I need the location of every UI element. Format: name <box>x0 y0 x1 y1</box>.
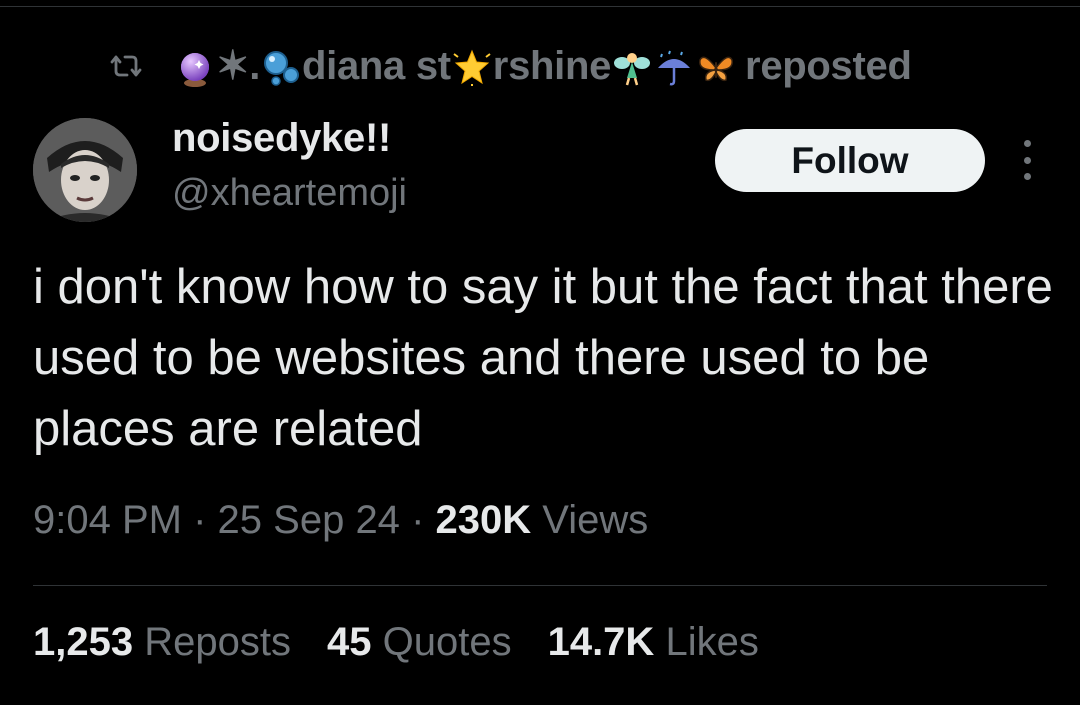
views-label[interactable]: Views <box>542 498 648 542</box>
engagement-stats: 1,253 Reposts 45 Quotes 14.7K Likes <box>33 620 759 665</box>
reposter-name[interactable]: ✶. diana st rshine reposted <box>174 43 912 89</box>
reposts-stat[interactable]: 1,253 Reposts <box>33 620 291 665</box>
fairy-icon <box>612 48 652 88</box>
meta-separator: · <box>411 498 425 542</box>
tweet-meta: 9:04 PM · 25 Sep 24 · 230K Views <box>33 498 648 543</box>
quotes-stat[interactable]: 45 Quotes <box>327 620 512 665</box>
reposter-name-part-1: ✶. <box>216 44 261 88</box>
quotes-label: Quotes <box>382 620 512 664</box>
more-dot <box>1023 140 1031 147</box>
likes-stat[interactable]: 14.7K Likes <box>548 620 759 665</box>
likes-count: 14.7K <box>547 620 655 664</box>
repost-icon <box>108 52 144 80</box>
butterfly-icon <box>696 48 736 88</box>
crystal-ball-icon <box>175 48 215 88</box>
views-count[interactable]: 230K <box>436 498 532 542</box>
tweet-text: i don't know how to say it but the fact … <box>33 260 1053 456</box>
more-dot <box>1023 156 1031 164</box>
author-handle[interactable]: @xheartemoji <box>172 172 407 215</box>
tweet-date[interactable]: 25 Sep 24 <box>218 498 400 542</box>
more-dot <box>1023 173 1031 180</box>
reposts-label: Reposts <box>144 620 291 664</box>
glowing-star-icon <box>452 48 492 88</box>
bubbles-icon <box>261 48 301 88</box>
umbrella-rain-icon <box>654 48 694 88</box>
reposter-name-part-2: diana st <box>302 44 451 88</box>
quotes-count: 45 <box>326 620 372 664</box>
meta-separator: · <box>193 498 207 542</box>
reposts-count: 1,253 <box>33 620 134 664</box>
likes-label: Likes <box>665 620 759 664</box>
divider <box>33 585 1047 586</box>
top-divider <box>0 0 1080 7</box>
more-options-icon[interactable] <box>1010 140 1044 180</box>
author-display-name[interactable]: noisedyke!! <box>172 116 391 161</box>
reposted-label: reposted <box>745 44 912 88</box>
tweet-time[interactable]: 9:04 PM <box>33 498 182 542</box>
avatar[interactable] <box>33 118 137 222</box>
follow-button[interactable]: Follow <box>715 129 985 192</box>
reposter-name-part-3: rshine <box>492 44 612 88</box>
repost-attribution[interactable]: ✶. diana st rshine reposted <box>108 38 912 94</box>
